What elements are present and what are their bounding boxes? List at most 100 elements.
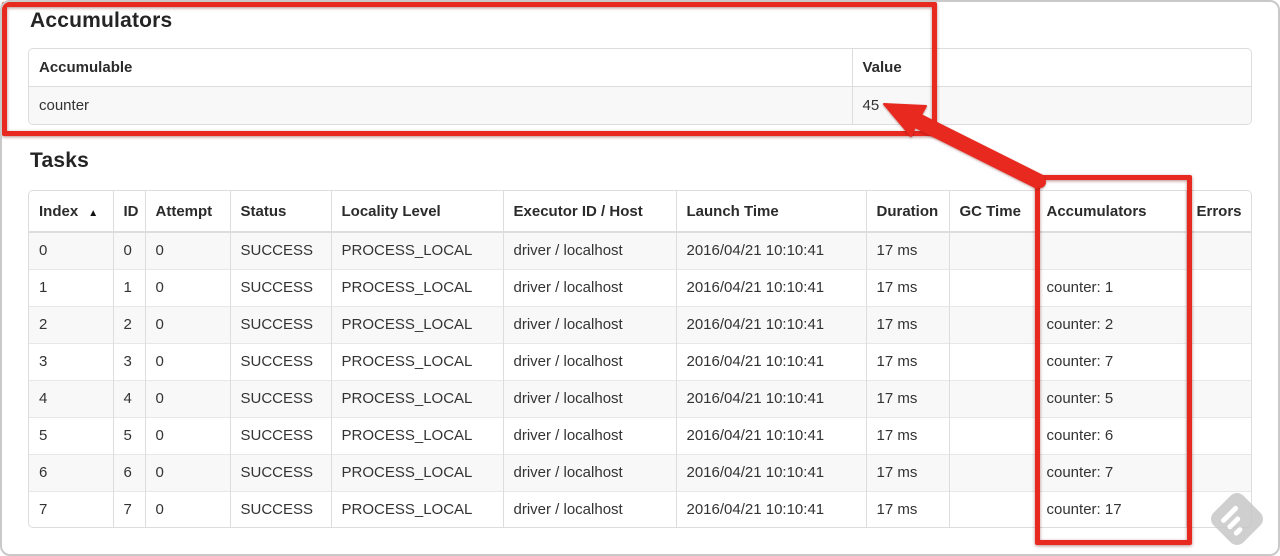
attempt-cell: 0 [144,305,230,343]
status-cell: SUCCESS [229,232,331,269]
attempt-cell: 0 [144,232,230,269]
task-row: 1 1 0 SUCCESS PROCESS_LOCAL driver / loc… [29,268,1251,306]
errors-cell [1185,232,1251,269]
column-header-id[interactable]: ID [112,191,145,233]
locality-level-cell: PROCESS_LOCAL [330,268,503,306]
gc-time-cell [948,453,1036,491]
task-row: 6 6 0 SUCCESS PROCESS_LOCAL driver / loc… [29,453,1251,491]
column-header-attempt[interactable]: Attempt [144,191,230,233]
gc-time-cell [948,342,1036,380]
column-header-gc-time[interactable]: GC Time [948,191,1036,233]
id-cell: 3 [112,342,145,380]
tasks-section-title: Tasks [30,149,89,172]
id-cell: 6 [112,453,145,491]
column-header-duration[interactable]: Duration [865,191,949,233]
executor-id-host-cell: driver / localhost [502,305,676,343]
index-cell: 5 [29,416,113,454]
index-cell: 6 [29,453,113,491]
accumulators-cell: counter: 2 [1035,305,1186,343]
sort-ascending-icon: ▲ [88,207,99,219]
status-cell: SUCCESS [229,379,331,417]
locality-level-cell: PROCESS_LOCAL [330,416,503,454]
executor-id-host-cell: driver / localhost [502,232,676,269]
accumulators-cell: counter: 17 [1035,490,1186,527]
launch-time-cell: 2016/04/21 10:10:41 [675,453,866,491]
accumulators-cell: counter: 7 [1035,453,1186,491]
tasks-header-row: Index ▲ ID Attempt Status Locality Level … [29,191,1251,233]
status-cell: SUCCESS [229,342,331,380]
column-header-status[interactable]: Status [229,191,331,233]
status-cell: SUCCESS [229,416,331,454]
executor-id-host-cell: driver / localhost [502,416,676,454]
executor-id-host-cell: driver / localhost [502,268,676,306]
status-cell: SUCCESS [229,268,331,306]
accumulators-cell [1035,232,1186,269]
errors-cell [1185,416,1251,454]
executor-id-host-cell: driver / localhost [502,342,676,380]
value-column-header[interactable]: Value [851,49,1251,87]
index-cell: 1 [29,268,113,306]
errors-cell [1185,268,1251,306]
index-cell: 0 [29,232,113,269]
id-cell: 7 [112,490,145,527]
accumulable-column-header[interactable]: Accumulable [29,49,852,87]
column-header-launch-time[interactable]: Launch Time [675,191,866,233]
index-cell: 7 [29,490,113,527]
id-cell: 1 [112,268,145,306]
gc-time-cell [948,232,1036,269]
locality-level-cell: PROCESS_LOCAL [330,453,503,491]
launch-time-cell: 2016/04/21 10:10:41 [675,490,866,527]
duration-cell: 17 ms [865,379,949,417]
duration-cell: 17 ms [865,268,949,306]
column-header-executor-id-host[interactable]: Executor ID / Host [502,191,676,233]
duration-cell: 17 ms [865,453,949,491]
accumulators-cell: counter: 1 [1035,268,1186,306]
column-header-index[interactable]: Index ▲ [29,191,113,233]
status-cell: SUCCESS [229,453,331,491]
executor-id-host-cell: driver / localhost [502,453,676,491]
launch-time-cell: 2016/04/21 10:10:41 [675,342,866,380]
gc-time-cell [948,268,1036,306]
accumulable-name-cell: counter [29,86,852,124]
id-cell: 4 [112,379,145,417]
errors-cell [1185,453,1251,491]
accumulators-header-row: Accumulable Value [29,49,1251,87]
attempt-cell: 0 [144,379,230,417]
locality-level-cell: PROCESS_LOCAL [330,379,503,417]
launch-time-cell: 2016/04/21 10:10:41 [675,416,866,454]
status-cell: SUCCESS [229,305,331,343]
attempt-cell: 0 [144,268,230,306]
gc-time-cell [948,379,1036,417]
accumulators-section-title: Accumulators [30,9,173,32]
duration-cell: 17 ms [865,490,949,527]
index-cell: 3 [29,342,113,380]
column-header-errors[interactable]: Errors [1185,191,1251,233]
id-cell: 5 [112,416,145,454]
gc-time-cell [948,416,1036,454]
executor-id-host-cell: driver / localhost [502,379,676,417]
id-cell: 0 [112,232,145,269]
executor-id-host-cell: driver / localhost [502,490,676,527]
accumulators-cell: counter: 6 [1035,416,1186,454]
task-row: 7 7 0 SUCCESS PROCESS_LOCAL driver / loc… [29,490,1251,527]
accumulators-cell: counter: 5 [1035,379,1186,417]
errors-cell [1185,379,1251,417]
task-row: 5 5 0 SUCCESS PROCESS_LOCAL driver / loc… [29,416,1251,454]
column-header-locality-level[interactable]: Locality Level [330,191,503,233]
errors-cell [1185,305,1251,343]
index-cell: 2 [29,305,113,343]
launch-time-cell: 2016/04/21 10:10:41 [675,268,866,306]
locality-level-cell: PROCESS_LOCAL [330,490,503,527]
gc-time-cell [948,305,1036,343]
duration-cell: 17 ms [865,416,949,454]
duration-cell: 17 ms [865,232,949,269]
launch-time-cell: 2016/04/21 10:10:41 [675,305,866,343]
duration-cell: 17 ms [865,342,949,380]
task-row: 0 0 0 SUCCESS PROCESS_LOCAL driver / loc… [29,232,1251,269]
attempt-cell: 0 [144,416,230,454]
accumulator-row: counter 45 [29,86,1251,124]
status-cell: SUCCESS [229,490,331,527]
id-cell: 2 [112,305,145,343]
column-header-accumulators[interactable]: Accumulators [1035,191,1186,233]
accumulators-table: Accumulable Value counter 45 [28,48,1252,125]
